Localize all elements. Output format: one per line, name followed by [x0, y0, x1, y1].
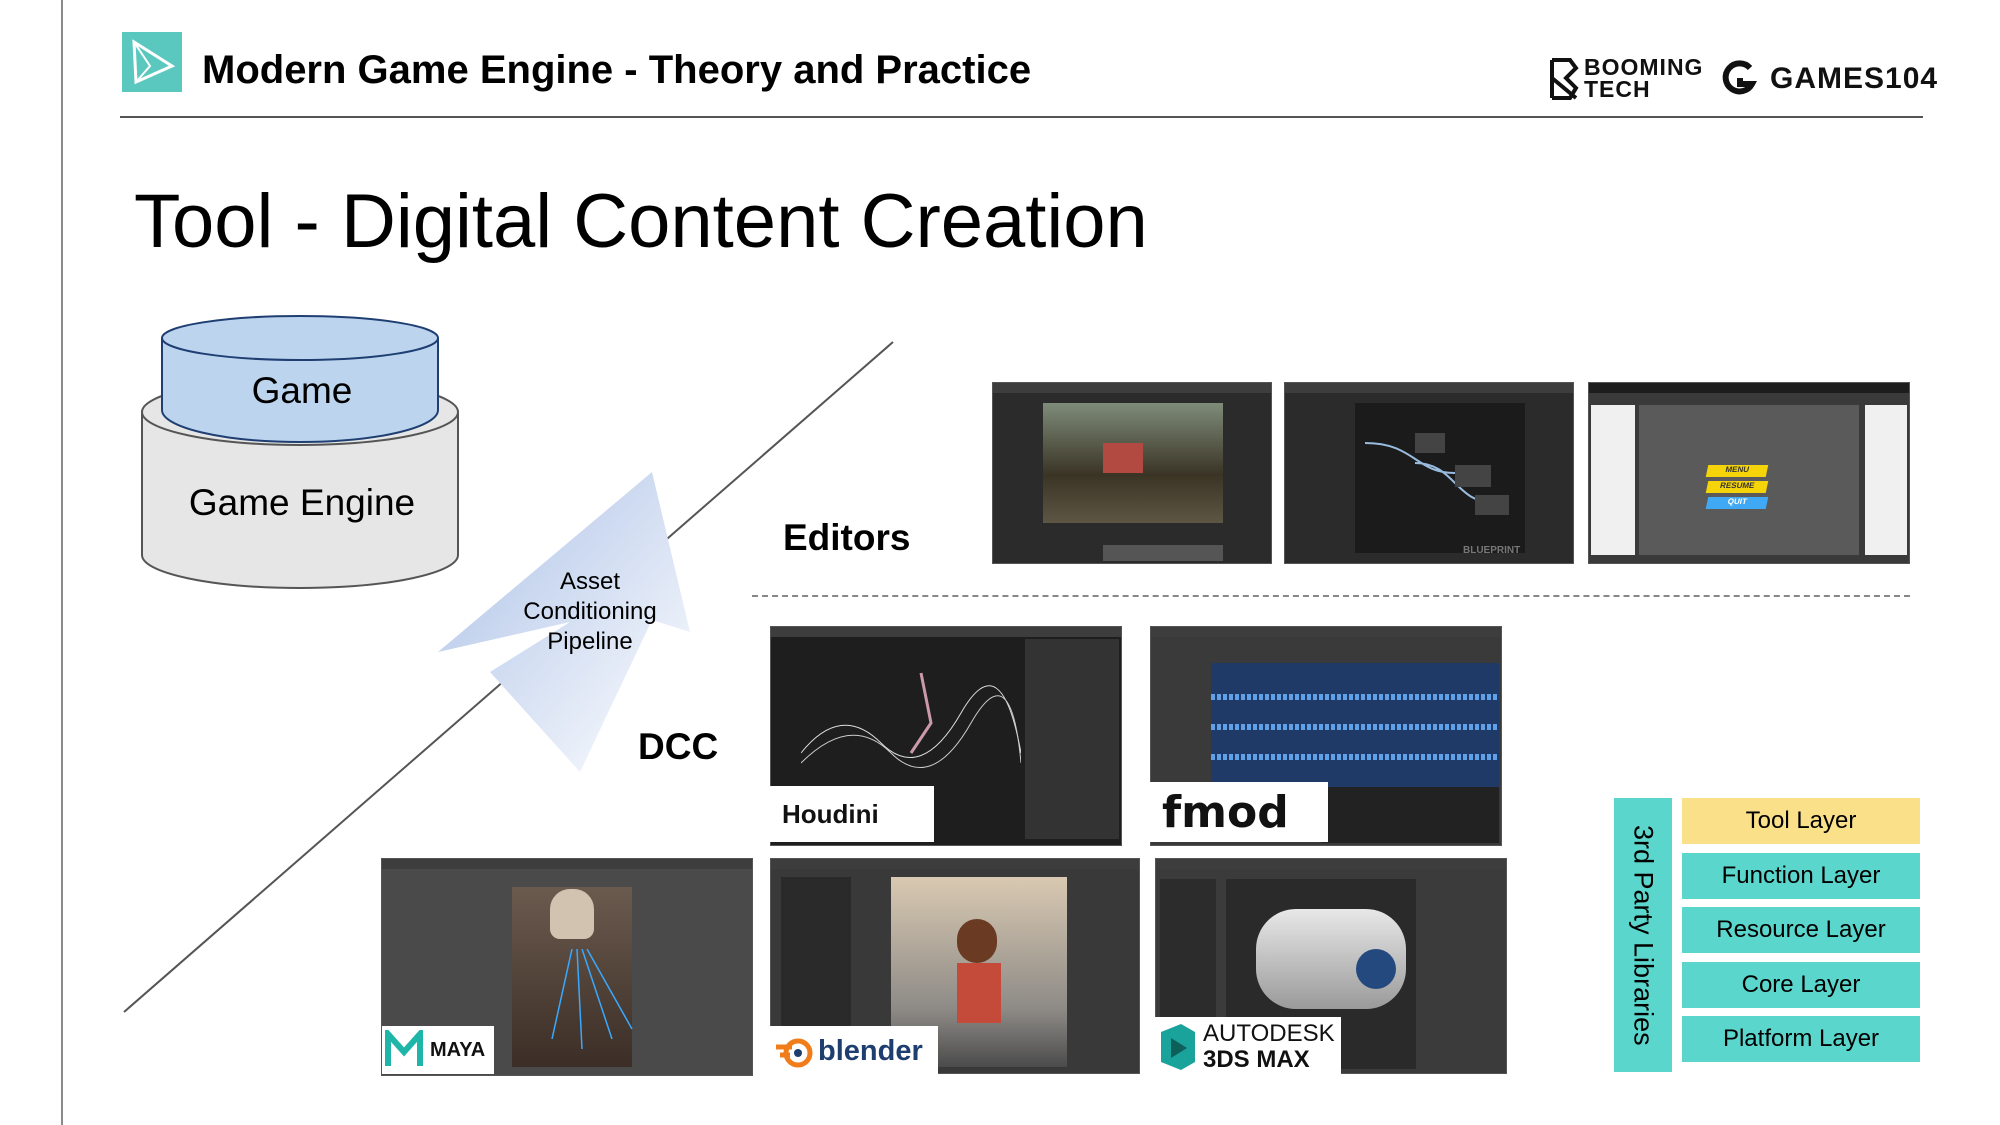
- pipeline-label: Asset Conditioning Pipeline: [508, 567, 672, 657]
- maya-text: MAYA: [430, 1038, 486, 1061]
- third-party-libraries-label: 3rd Party Libraries: [1614, 798, 1672, 1072]
- level-editor-screenshot: [992, 382, 1272, 564]
- 3ds-max-logo: AUTODESK 3DS MAX: [1155, 1017, 1341, 1077]
- autodesk-text: AUTODESK: [1203, 1020, 1335, 1047]
- third-party-libraries-text: 3rd Party Libraries: [1628, 824, 1659, 1046]
- blender-text: blender: [818, 1034, 923, 1067]
- blender-logo: blender: [770, 1026, 938, 1076]
- ui-editor-screenshot: MENU RESUME QUIT: [1588, 382, 1910, 564]
- editors-label: Editors: [783, 517, 911, 558]
- core-layer: Core Layer: [1682, 962, 1920, 1008]
- ui-resume-button: RESUME: [1705, 481, 1769, 493]
- pipeline-label-line3: Pipeline: [547, 628, 633, 655]
- platform-layer: Platform Layer: [1682, 1016, 1920, 1062]
- ui-menu-button: MENU: [1705, 465, 1769, 477]
- 3ds-max-text: 3DS MAX: [1203, 1046, 1310, 1073]
- fmod-logo: fmod: [1150, 782, 1328, 842]
- editors-dcc-divider: [752, 595, 1910, 597]
- pipeline-label-line1: Asset: [559, 568, 621, 595]
- tool-layer: Tool Layer: [1682, 798, 1920, 844]
- dcc-label: DCC: [638, 726, 719, 767]
- pipeline-label-line2: Conditioning: [523, 598, 657, 625]
- blueprint-caption: BLUEPRINT: [1463, 545, 1521, 556]
- maya-logo: MAYA: [382, 1026, 494, 1074]
- ui-quit-button: QUIT: [1705, 497, 1769, 509]
- houdini-logo: Houdini: [770, 786, 934, 842]
- function-layer: Function Layer: [1682, 853, 1920, 899]
- resource-layer: Resource Layer: [1682, 907, 1920, 953]
- blueprint-editor-screenshot: BLUEPRINT: [1284, 382, 1574, 564]
